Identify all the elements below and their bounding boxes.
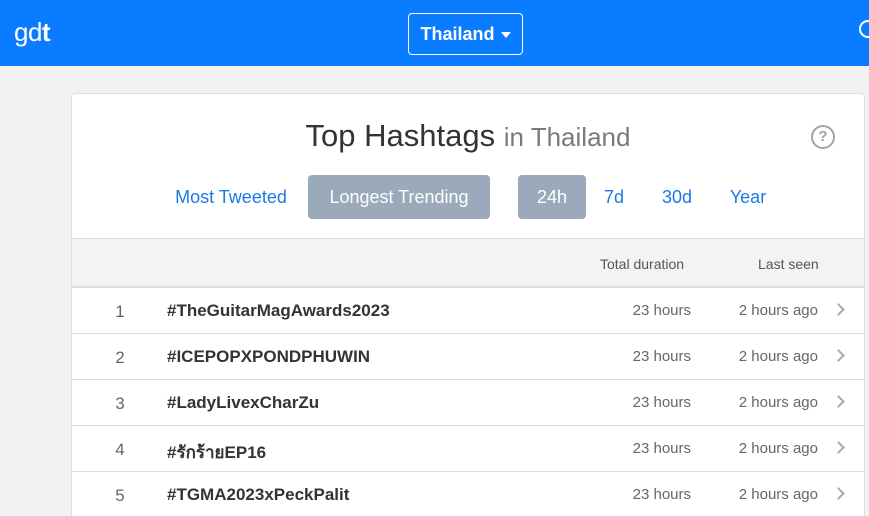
caret-down-icon <box>500 32 511 38</box>
row-rank: 5 <box>115 486 125 505</box>
row-last-seen: 2 hours ago <box>738 486 818 503</box>
column-last-seen: Last seen <box>758 256 819 272</box>
period-24h[interactable]: 24h <box>518 175 586 219</box>
search-icon[interactable] <box>859 20 869 38</box>
row-hashtag[interactable]: #TheGuitarMagAwards2023 <box>167 301 390 321</box>
row-last-seen: 2 hours ago <box>738 394 818 411</box>
row-rank: 3 <box>115 394 125 413</box>
chevron-right-icon[interactable] <box>832 441 845 454</box>
table-header: Total duration Last seen <box>72 238 864 288</box>
table-row[interactable]: 2 #ICEPOPXPONDPHUWIN 23 hours 2 hours ag… <box>72 334 864 380</box>
tab-most-tweeted[interactable]: Most Tweeted <box>164 175 298 219</box>
table-row[interactable]: 1 #TheGuitarMagAwards2023 23 hours 2 hou… <box>72 288 864 334</box>
logo[interactable]: gdt <box>14 17 51 48</box>
row-duration: 23 hours <box>632 394 691 411</box>
chevron-right-icon[interactable] <box>832 303 845 316</box>
tab-longest-trending[interactable]: Longest Trending <box>308 175 490 219</box>
row-duration: 23 hours <box>632 302 691 319</box>
row-rank: 1 <box>115 302 125 321</box>
row-last-seen: 2 hours ago <box>738 302 818 319</box>
period-year[interactable]: Year <box>720 175 776 219</box>
hashtags-card: Top Hashtags in Thailand ? Most Tweeted … <box>71 93 865 516</box>
country-dropdown[interactable]: Thailand <box>408 13 523 55</box>
row-duration: 23 hours <box>632 348 691 365</box>
table-row[interactable]: 4 #รักร้ายEP16 23 hours 2 hours ago <box>72 426 864 472</box>
top-nav-bar: gdt Thailand <box>0 0 869 66</box>
row-rank: 2 <box>115 348 125 367</box>
row-rank: 4 <box>115 440 125 459</box>
table-row[interactable]: 3 #LadyLivexCharZu 23 hours 2 hours ago <box>72 380 864 426</box>
period-30d[interactable]: 30d <box>650 175 704 219</box>
help-icon[interactable]: ? <box>811 125 835 149</box>
period-7d[interactable]: 7d <box>592 175 636 219</box>
title-subtitle: in Thailand <box>503 122 631 152</box>
row-last-seen: 2 hours ago <box>738 348 818 365</box>
chevron-right-icon[interactable] <box>832 349 845 362</box>
chevron-right-icon[interactable] <box>832 395 845 408</box>
title-main: Top Hashtags <box>305 118 496 153</box>
chevron-right-icon[interactable] <box>832 487 845 500</box>
row-hashtag[interactable]: #รักร้ายEP16 <box>167 439 266 466</box>
page-title: Top Hashtags in Thailand <box>72 118 864 154</box>
row-duration: 23 hours <box>632 440 691 457</box>
row-duration: 23 hours <box>632 486 691 503</box>
row-hashtag[interactable]: #ICEPOPXPONDPHUWIN <box>167 347 370 367</box>
row-last-seen: 2 hours ago <box>738 440 818 457</box>
table-row[interactable]: 5 #TGMA2023xPeckPalit 23 hours 2 hours a… <box>72 472 864 516</box>
column-total-duration: Total duration <box>600 256 685 272</box>
country-label: Thailand <box>420 23 495 44</box>
row-hashtag[interactable]: #LadyLivexCharZu <box>167 393 319 413</box>
row-hashtag[interactable]: #TGMA2023xPeckPalit <box>167 485 349 505</box>
